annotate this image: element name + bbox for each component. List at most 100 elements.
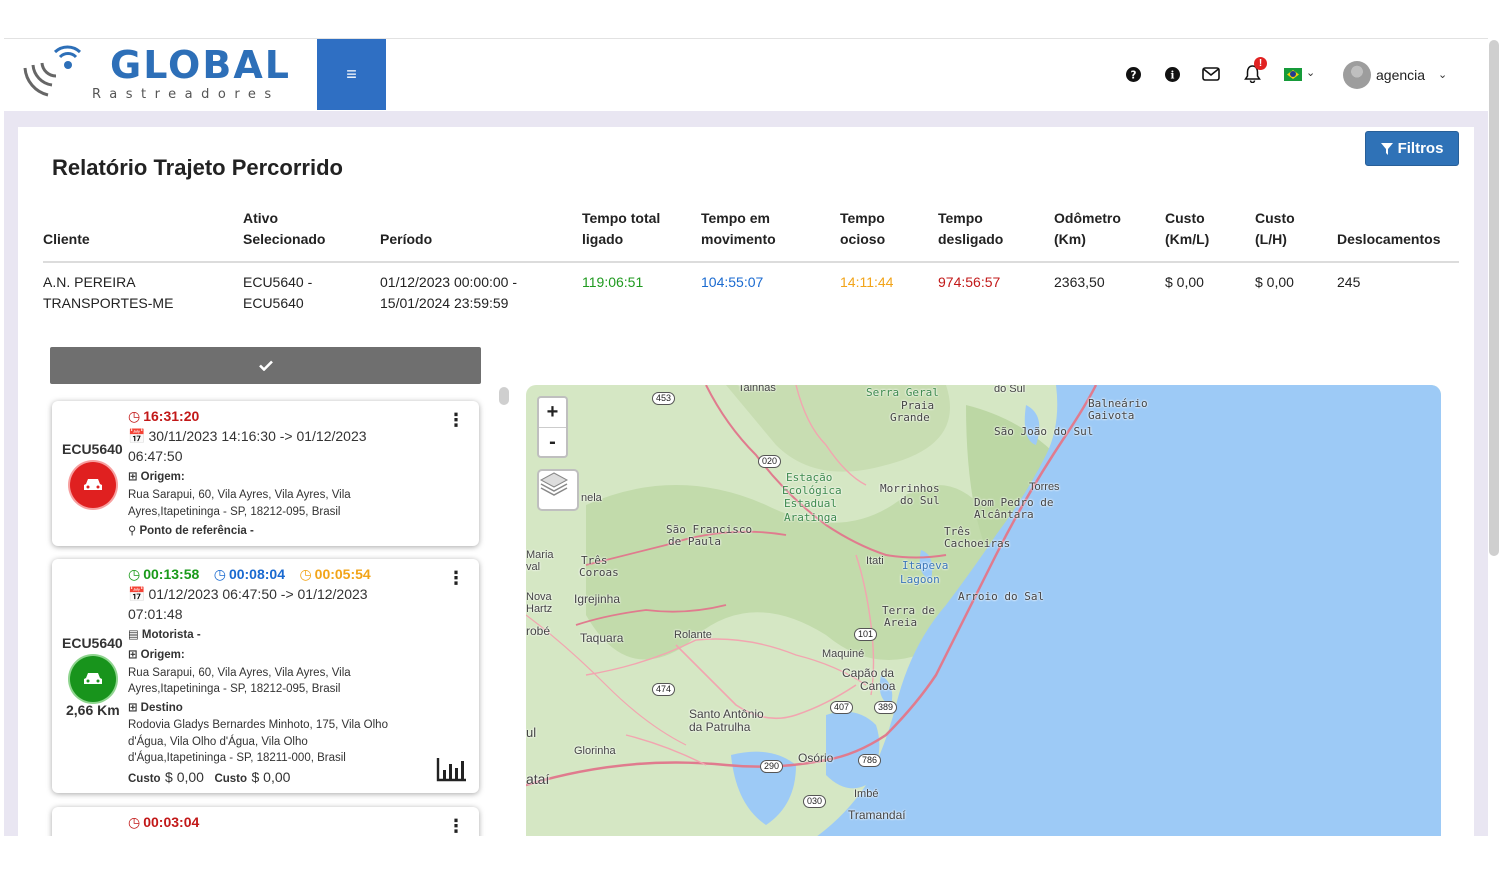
stop-duration: ◷ 00:03:04 [128,814,200,830]
map-label: Itati [866,555,884,567]
more-options-icon[interactable]: ⋮ [447,817,465,835]
map-label: Estação [786,471,833,484]
list-item[interactable]: ⋮ ◷ 00:03:04 [52,807,479,836]
layers-icon [539,472,569,496]
chevron-down-icon[interactable]: ⌄ [1306,66,1315,79]
cell-tempo-ocioso: 14:11:44 [840,274,894,290]
signal-logo-icon [23,45,82,97]
chevron-down-icon[interactable]: ⌄ [1438,68,1447,81]
road-shield: 453 [652,392,676,405]
zoom-out-button[interactable]: - [539,428,566,457]
confirm-selection-button[interactable] [50,347,481,384]
zoom-control: + - [537,396,568,458]
map-label: Maria [526,549,554,561]
report-panel: Filtros Relatório Trajeto Percorrido Cli… [18,127,1474,836]
filters-label: Filtros [1397,140,1444,157]
origin-label: ⊞ Origem: [128,471,185,483]
page-title: Relatório Trajeto Percorrido [52,155,343,180]
brazil-flag-icon[interactable] [1284,68,1302,81]
cell-periodo: 01/12/2023 00:00:00 -15/01/2024 23:59:59 [380,274,518,311]
road-shield: 407 [830,701,854,714]
map-label: Serra Geral [866,386,939,399]
map-label: Ecológica [782,484,842,497]
origin-label: ⊞ Origem: [128,649,185,661]
destination-address-1: Rodovia Gladys Bernardes Minhoto, 175, V… [128,719,388,731]
map-label: Cachoeiras [944,537,1011,550]
map-label: Arroio do Sal [958,590,1045,603]
map-label: Santo Antônio [689,707,764,721]
destination-label: ⊞ Destino [128,702,183,714]
signpost-icon: ⊞ [128,702,138,714]
clock-icon: ◷ [128,814,141,830]
logo[interactable]: GLOBAL Rastreadores [22,43,307,107]
stop-duration: ◷ 16:31:20 [128,408,200,424]
menu-toggle-button[interactable]: ≡ [317,39,386,110]
map-label: Maquiné [822,648,865,660]
road-shield: 290 [760,760,784,773]
check-icon [258,360,273,371]
header-tempo-desligado: Tempo desligado [938,210,1004,247]
map-label: Canoa [860,679,896,693]
map-label: Areia [884,616,918,629]
filter-icon [1380,142,1393,155]
notifications-bell-icon[interactable]: ! [1241,57,1267,85]
clock-icon: ◷ [128,408,141,424]
more-options-icon[interactable]: ⋮ [447,411,465,429]
cell-custo-km: $ 0,00 [1165,274,1204,290]
more-options-icon[interactable]: ⋮ [447,569,465,587]
user-menu-name[interactable]: agencia [1376,67,1425,83]
list-item[interactable]: ⋮ ECU5640 ◷ 16:31:20 📅 30/11/2023 14:16:30… [52,401,479,546]
map-label: do Sul [900,494,940,507]
map-label: nela [581,492,602,504]
clock-icon: ◷ [299,566,312,582]
map-view[interactable]: + - Tainhas Serra Geral Praia Grande do … [526,385,1441,836]
period-line-2: 07:01:48 [128,606,183,622]
asset-id: ECU5640 [62,441,123,457]
reference-point: ⚲ Ponto de referência - [128,525,254,537]
header-custo-km: Custo (Km/L) [1165,210,1210,247]
avatar[interactable] [1343,61,1371,89]
trip-costs: Custo $ 0,00 Custo $ 0,00 [128,769,291,785]
cell-tempo-desligado: 974:56:57 [938,274,1001,290]
destination-address-3: d'Água,Itapetininga - SP, 18211-000, Bra… [128,752,346,764]
map-label: Itapeva [902,559,949,572]
bar-chart-icon[interactable] [436,756,468,782]
car-status-icon [70,656,116,702]
logo-title: GLOBAL [110,43,291,87]
id-card-icon: ▤ [128,629,139,641]
info-icon[interactable]: i [1161,63,1183,85]
road-shield: 389 [874,701,898,714]
map-label: Torres [1029,481,1060,493]
origin-address-1: Rua Sarapui, 60, Vila Ayres, Vila Ayres,… [128,667,351,679]
layers-button[interactable] [537,469,579,511]
cell-tempo-ligado: 119:06:51 [582,274,644,290]
period-line-2: 06:47:50 [128,448,183,464]
clock-icon: ◷ [213,566,226,582]
period-line-1: 📅 01/12/2023 06:47:50 -> 01/12/2023 [128,586,368,602]
list-item[interactable]: ⋮ ECU5640 2,66 Km ◷ 00:13:58 ◷ 00:08:04 ◷ 0… [52,559,479,793]
svg-text:i: i [1170,69,1174,81]
asset-id: ECU5640 [62,635,123,651]
header-ativo: Ativo Selecionado [243,210,326,247]
map-label: São João do Sul [994,425,1094,438]
header-custo-lh: Custo (L/H) [1255,210,1295,247]
cell-tempo-movimento: 104:55:07 [701,274,764,290]
list-scrollbar[interactable] [499,387,509,405]
map-label: Glorinha [574,745,616,757]
page-scrollbar[interactable] [1489,40,1499,556]
trip-times: ◷ 00:13:58 ◷ 00:08:04 ◷ 00:05:54 [128,566,371,582]
origin-address-1: Rua Sarapui, 60, Vila Ayres, Vila Ayres,… [128,489,351,501]
signpost-icon: ⊞ [128,649,138,661]
map-label: Gaivota [1088,409,1135,422]
map-label: Osório [798,751,834,765]
cell-odometro: 2363,50 [1054,274,1105,290]
map-label: do Sul [994,385,1026,395]
car-status-icon [70,462,116,508]
header-tempo-ligado: Tempo total ligado [582,210,661,247]
filters-button[interactable]: Filtros [1365,131,1459,166]
zoom-in-button[interactable]: + [539,398,566,427]
map-label: Tramandaí [848,808,906,822]
mail-icon[interactable] [1200,63,1222,85]
header-deslocamentos: Deslocamentos [1337,231,1441,247]
help-icon[interactable]: ? [1122,63,1144,85]
